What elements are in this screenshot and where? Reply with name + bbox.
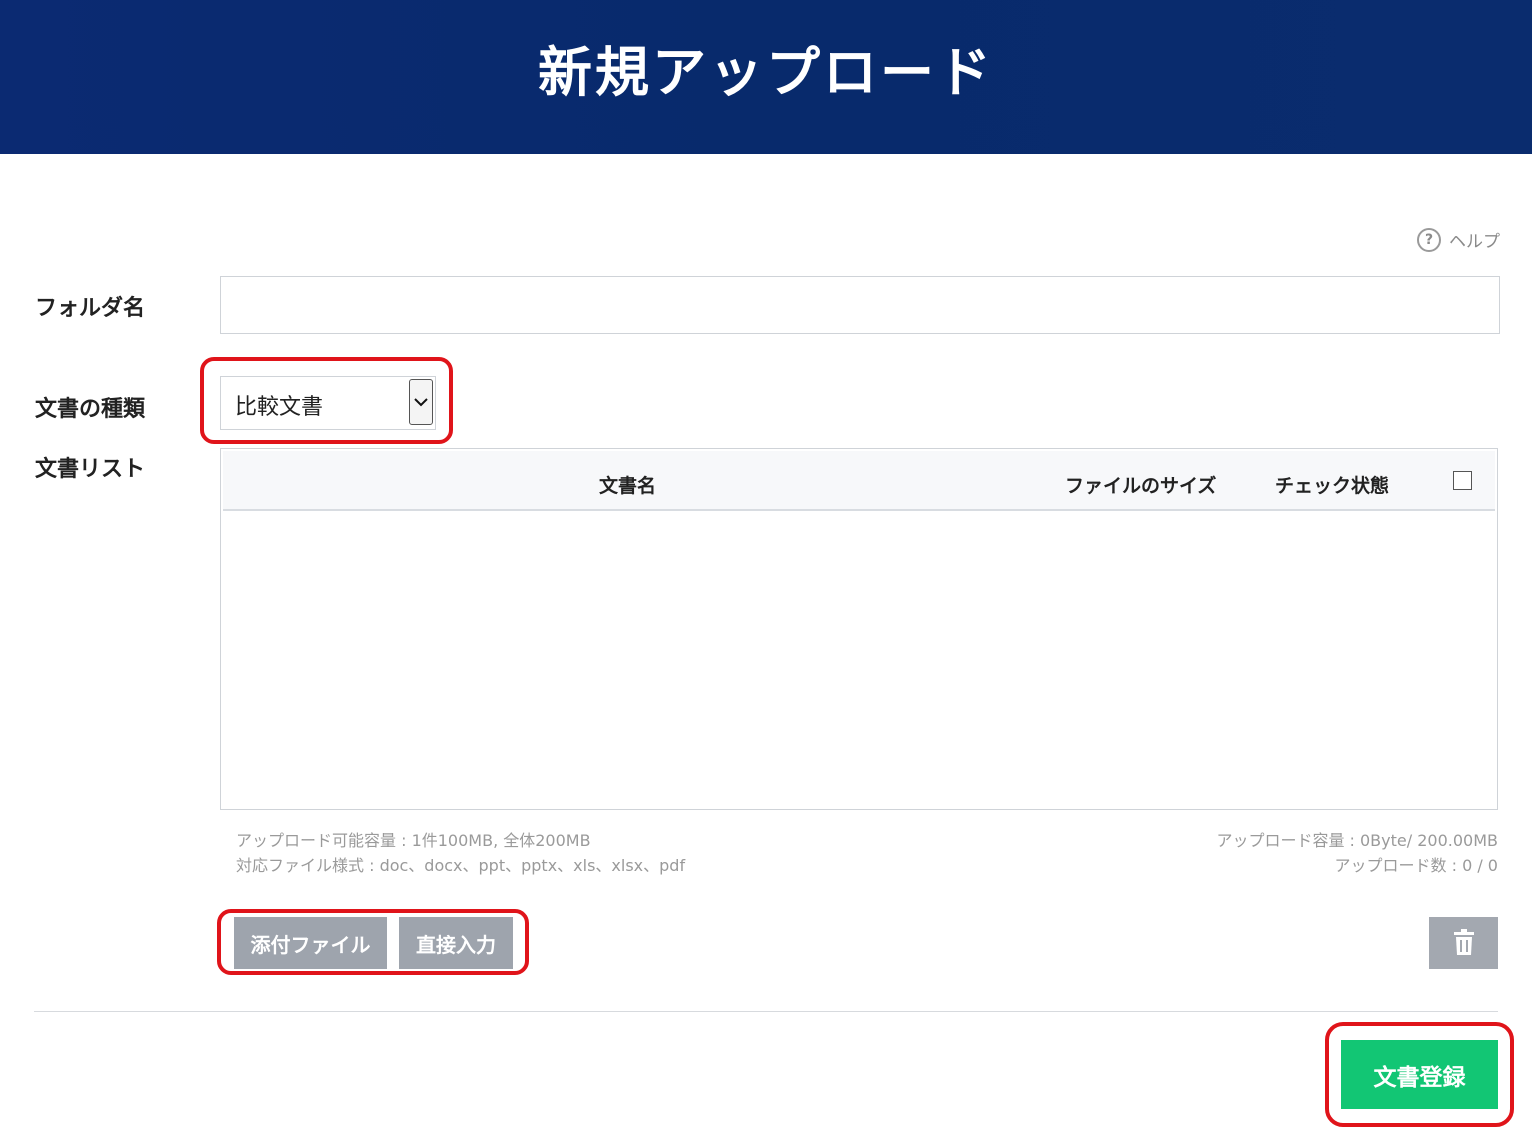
upload-info-right: アップロード容量 : 0Byte/ 200.00MB アップロード数 : 0 /…: [1216, 828, 1498, 878]
delete-button[interactable]: [1429, 917, 1498, 969]
doc-type-label: 文書の種類: [35, 397, 146, 422]
upload-capacity-text: アップロード容量 : 0Byte/ 200.00MB: [1216, 831, 1498, 850]
register-document-button[interactable]: 文書登録: [1341, 1040, 1498, 1109]
folder-name-input[interactable]: [220, 276, 1500, 334]
footer-divider: [34, 1011, 1498, 1012]
column-doc-name: 文書名: [599, 475, 657, 497]
doc-list-header: 文書名 ファイルのサイズ チェック状態: [223, 451, 1495, 511]
direct-input-button[interactable]: 直接入力: [399, 917, 513, 969]
attach-file-button[interactable]: 添付ファイル: [234, 917, 387, 969]
column-check-status: チェック状態: [1275, 475, 1390, 497]
chevron-down-icon[interactable]: [409, 379, 433, 425]
page-title: 新規アップロード: [538, 40, 994, 104]
doc-list-label: 文書リスト: [35, 457, 146, 482]
help-label: ヘルプ: [1449, 232, 1500, 252]
upload-count-text: アップロード数 : 0 / 0: [1334, 856, 1499, 875]
doc-list-table: 文書名 ファイルのサイズ チェック状態: [220, 448, 1498, 810]
upload-info-left: アップロード可能容量 : 1件100MB, 全体200MB 対応ファイル様式 :…: [236, 828, 685, 878]
page-header: 新規アップロード: [0, 0, 1532, 154]
supported-formats-text: 対応ファイル様式 : doc、docx、ppt、pptx、xls、xlsx、pd…: [236, 856, 686, 875]
doc-type-select[interactable]: 比較文書: [220, 376, 436, 430]
trash-icon: [1453, 928, 1475, 958]
question-circle-icon: ?: [1417, 227, 1441, 252]
column-file-size: ファイルのサイズ: [1065, 475, 1217, 497]
doc-type-selected-value: 比較文書: [235, 395, 324, 420]
upload-limit-text: アップロード可能容量 : 1件100MB, 全体200MB: [236, 831, 591, 850]
help-link[interactable]: ? ヘルプ: [1417, 227, 1500, 252]
folder-name-label: フォルダ名: [35, 296, 146, 321]
select-all-checkbox[interactable]: [1453, 471, 1472, 490]
